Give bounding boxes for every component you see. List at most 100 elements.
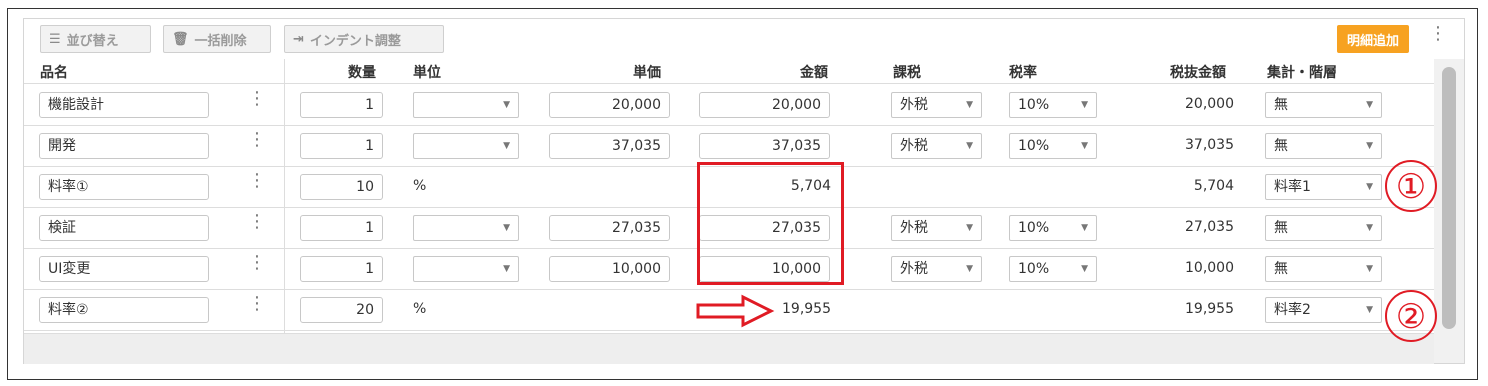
amount-input[interactable]: 37,035 <box>699 133 830 159</box>
bulk-delete-button[interactable]: 🗑 一括削除 <box>163 25 271 53</box>
qty-input[interactable]: 20 <box>300 297 383 323</box>
row-menu-icon[interactable]: ⋮ <box>248 131 266 149</box>
tax-select[interactable]: 外税 ▼ <box>891 215 982 241</box>
indent-button[interactable]: ⇥ インデント調整 <box>284 25 444 53</box>
rate-select[interactable]: 10% ▼ <box>1009 133 1097 159</box>
row-menu-icon[interactable]: ⋮ <box>248 295 266 313</box>
group-select[interactable]: 無 ▼ <box>1265 92 1382 118</box>
arrow-right-icon <box>696 294 775 328</box>
group-value: 無 <box>1274 138 1288 154</box>
group-select[interactable]: 無 ▼ <box>1265 133 1382 159</box>
group-select[interactable]: 無 ▼ <box>1265 215 1382 241</box>
annotation-circle-1: ① <box>1385 160 1437 212</box>
group-select[interactable]: 無 ▼ <box>1265 256 1382 282</box>
tax-value: 外税 <box>900 261 928 277</box>
chevron-down-icon: ▼ <box>1081 264 1088 274</box>
item-name-input[interactable]: 機能設計 <box>39 92 209 118</box>
rate-select[interactable]: 10% ▼ <box>1009 256 1097 282</box>
scrollbar-thumb[interactable] <box>1442 67 1456 329</box>
chevron-down-icon: ▼ <box>1081 223 1088 233</box>
chevron-down-icon: ▼ <box>966 264 973 274</box>
sort-label: 並び替え <box>66 33 119 49</box>
price-input[interactable]: 37,035 <box>549 133 670 159</box>
tax-select[interactable]: 外税 ▼ <box>891 133 982 159</box>
sort-button[interactable]: ☰ 並び替え <box>40 25 151 53</box>
tax-value: 外税 <box>900 220 928 236</box>
item-name-input[interactable]: 開発 <box>39 133 209 159</box>
group-value: 無 <box>1274 261 1288 277</box>
unit-select[interactable]: ▼ <box>413 256 519 282</box>
net-amount: 27,035 <box>1185 219 1234 235</box>
rate-select[interactable]: 10% ▼ <box>1009 92 1097 118</box>
table-row: 開発 ⋮ 1 ▼ 37,035 37,035 外税 ▼ 10% ▼ 37,035 無… <box>24 126 1434 167</box>
table-header: 品名 数量 単位 単価 金額 課税 税率 税抜金額 集計・階層 <box>24 59 1434 84</box>
tax-value: 外税 <box>900 97 928 113</box>
chevron-down-icon: ▼ <box>1081 100 1088 110</box>
bulk-delete-label: 一括削除 <box>194 33 247 49</box>
chevron-down-icon: ▼ <box>966 141 973 151</box>
chevron-down-icon: ▼ <box>1366 100 1373 110</box>
item-name-input[interactable]: UI変更 <box>39 256 209 282</box>
item-name-input[interactable]: 料率① <box>39 174 209 200</box>
rate-select[interactable]: 10% ▼ <box>1009 215 1097 241</box>
chevron-down-icon: ▼ <box>503 141 510 151</box>
qty-input[interactable]: 10 <box>300 174 383 200</box>
net-amount: 10,000 <box>1185 260 1234 276</box>
add-line-button[interactable]: 明細追加 <box>1336 25 1409 53</box>
unit-percent: % <box>413 178 427 194</box>
price-input[interactable]: 20,000 <box>549 92 670 118</box>
unit-select[interactable]: ▼ <box>413 92 519 118</box>
group-select[interactable]: 料率2 ▼ <box>1265 297 1382 323</box>
toolbar-more-icon[interactable]: ⋮ <box>1429 25 1447 43</box>
column-divider <box>284 59 285 363</box>
chevron-down-icon: ▼ <box>1081 141 1088 151</box>
row-menu-icon[interactable]: ⋮ <box>248 90 266 108</box>
group-value: 料率2 <box>1274 302 1311 318</box>
unit-percent: % <box>413 301 427 317</box>
price-input[interactable]: 10,000 <box>549 256 670 282</box>
chevron-down-icon: ▼ <box>1366 182 1373 192</box>
row-menu-icon[interactable]: ⋮ <box>248 213 266 231</box>
header-net: 税抜金額 <box>1170 65 1226 81</box>
chevron-down-icon: ▼ <box>1366 305 1373 315</box>
annotation-circle-2: ② <box>1385 290 1437 342</box>
toolbar: ☰ 並び替え 🗑 一括削除 ⇥ インデント調整 明細追加 ⋮ <box>24 19 1464 59</box>
rate-value: 10% <box>1018 220 1050 236</box>
chevron-down-icon: ▼ <box>503 223 510 233</box>
qty-input[interactable]: 1 <box>300 215 383 241</box>
net-amount: 19,955 <box>1185 301 1234 317</box>
rate-value: 10% <box>1018 138 1050 154</box>
row-menu-icon[interactable]: ⋮ <box>248 172 266 190</box>
header-amount: 金額 <box>800 65 828 81</box>
item-name-input[interactable]: 料率② <box>39 297 209 323</box>
group-value: 無 <box>1274 97 1288 113</box>
rate-value: 10% <box>1018 261 1050 277</box>
header-group: 集計・階層 <box>1267 65 1337 81</box>
highlight-box <box>697 162 844 285</box>
net-amount: 37,035 <box>1185 137 1234 153</box>
tax-select[interactable]: 外税 ▼ <box>891 256 982 282</box>
sort-icon: ☰ <box>49 31 61 47</box>
add-line-label: 明細追加 <box>1346 33 1399 49</box>
table-footer <box>24 333 1434 364</box>
chevron-down-icon: ▼ <box>503 100 510 110</box>
chevron-down-icon: ▼ <box>1366 223 1373 233</box>
amount-input[interactable]: 20,000 <box>699 92 830 118</box>
header-name: 品名 <box>40 65 68 81</box>
price-input[interactable]: 27,035 <box>549 215 670 241</box>
unit-select[interactable]: ▼ <box>413 133 519 159</box>
tax-value: 外税 <box>900 138 928 154</box>
qty-input[interactable]: 1 <box>300 133 383 159</box>
qty-input[interactable]: 1 <box>300 92 383 118</box>
group-value: 無 <box>1274 220 1288 236</box>
row-menu-icon[interactable]: ⋮ <box>248 254 266 272</box>
item-name-input[interactable]: 検証 <box>39 215 209 241</box>
chevron-down-icon: ▼ <box>1366 141 1373 151</box>
unit-select[interactable]: ▼ <box>413 215 519 241</box>
group-select[interactable]: 料率1 ▼ <box>1265 174 1382 200</box>
header-unit: 単位 <box>413 65 441 81</box>
rate-value: 10% <box>1018 97 1050 113</box>
table-row: 機能設計 ⋮ 1 ▼ 20,000 20,000 外税 ▼ 10% ▼ 20,000… <box>24 85 1434 126</box>
tax-select[interactable]: 外税 ▼ <box>891 92 982 118</box>
qty-input[interactable]: 1 <box>300 256 383 282</box>
